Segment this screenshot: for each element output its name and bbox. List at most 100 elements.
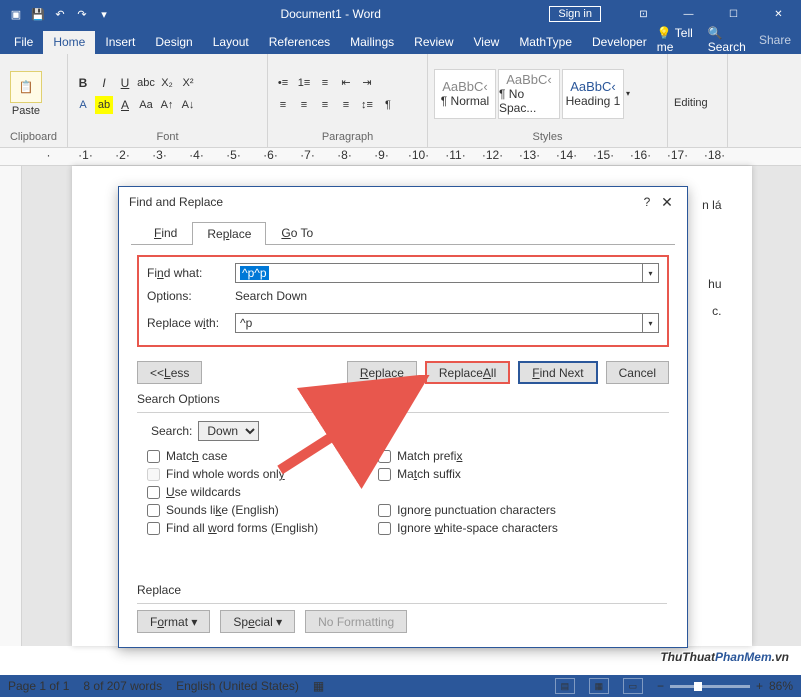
- vertical-ruler[interactable]: [0, 166, 22, 646]
- change-case-button[interactable]: Aa: [137, 96, 155, 114]
- tell-me[interactable]: 💡 Tell me: [657, 26, 700, 54]
- underline-button[interactable]: U: [116, 74, 134, 92]
- bold-button[interactable]: B: [74, 74, 92, 92]
- tab-file[interactable]: File: [4, 31, 43, 54]
- zoom-in-button[interactable]: +: [756, 679, 763, 693]
- find-what-input[interactable]: ^p^p▾: [235, 263, 659, 283]
- zoom-level[interactable]: 86%: [769, 679, 793, 693]
- align-left-button[interactable]: ≡: [274, 96, 292, 114]
- ribbon-options-icon[interactable]: ⊡: [621, 0, 666, 28]
- multilevel-button[interactable]: ≡: [316, 74, 334, 92]
- ignore-white-checkbox[interactable]: Ignore white-space characters: [378, 521, 558, 535]
- dialog-help-button[interactable]: ?: [637, 195, 657, 209]
- share-button[interactable]: Share: [759, 33, 791, 47]
- zoom-out-button[interactable]: −: [657, 679, 664, 693]
- numbering-button[interactable]: 1≡: [295, 74, 313, 92]
- tab-references[interactable]: References: [259, 31, 340, 54]
- tab-insert[interactable]: Insert: [95, 31, 145, 54]
- macro-icon[interactable]: ▦: [313, 679, 324, 693]
- shrink-font-button[interactable]: A↓: [179, 96, 197, 114]
- dialog-tab-replace[interactable]: Replace: [192, 222, 266, 245]
- highlight-button[interactable]: ab: [95, 96, 113, 114]
- show-marks-button[interactable]: ¶: [379, 96, 397, 114]
- chevron-down-icon[interactable]: ▾: [642, 314, 658, 332]
- sign-in-button[interactable]: Sign in: [549, 6, 601, 22]
- indent-button[interactable]: ⇥: [358, 74, 376, 92]
- tab-developer[interactable]: Developer: [582, 31, 657, 54]
- chevron-down-icon[interactable]: ▾: [642, 264, 658, 282]
- replace-all-button[interactable]: Replace All: [425, 361, 510, 384]
- minimize-button[interactable]: —: [666, 0, 711, 28]
- replace-with-input[interactable]: ^p▾: [235, 313, 659, 333]
- horizontal-ruler[interactable]: ··1··2··3··4··5··6··7··8··9··10··11··12·…: [0, 148, 801, 166]
- align-center-button[interactable]: ≡: [295, 96, 313, 114]
- wildcards-checkbox[interactable]: Use wildcards: [147, 485, 318, 499]
- language[interactable]: English (United States): [176, 679, 299, 693]
- find-next-button[interactable]: Find Next: [518, 361, 597, 384]
- special-button[interactable]: Special ▾: [220, 610, 295, 633]
- justify-button[interactable]: ≡: [337, 96, 355, 114]
- dialog-close-button[interactable]: ✕: [657, 194, 677, 211]
- bullets-button[interactable]: •≡: [274, 74, 292, 92]
- maximize-button[interactable]: ☐: [711, 0, 756, 28]
- format-button[interactable]: Format ▾: [137, 610, 210, 633]
- subscript-button[interactable]: X₂: [158, 74, 176, 92]
- print-layout-button[interactable]: ▦: [589, 678, 609, 694]
- superscript-button[interactable]: X²: [179, 74, 197, 92]
- outdent-button[interactable]: ⇤: [337, 74, 355, 92]
- read-mode-button[interactable]: ▤: [555, 678, 575, 694]
- search-direction-select[interactable]: Down: [198, 421, 259, 441]
- style-no-spacing[interactable]: AaBbC‹¶ No Spac...: [498, 69, 560, 119]
- sounds-like-checkbox[interactable]: Sounds like (English): [147, 503, 318, 517]
- less-button[interactable]: << Less: [137, 361, 202, 384]
- replace-with-label: Replace with:: [147, 316, 235, 330]
- cancel-button[interactable]: Cancel: [606, 361, 669, 384]
- word-count[interactable]: 8 of 207 words: [83, 679, 162, 693]
- word-icon: ▣: [8, 6, 24, 22]
- window-buttons: ⊡ — ☐ ✕: [621, 0, 801, 28]
- font-color-button[interactable]: A: [116, 96, 134, 114]
- grow-font-button[interactable]: A↑: [158, 96, 176, 114]
- word-forms-checkbox[interactable]: Find all word forms (English): [147, 521, 318, 535]
- save-icon[interactable]: 💾: [30, 6, 46, 22]
- quick-access-toolbar: ▣ 💾 ↶ ↷ ▾: [0, 6, 112, 22]
- tab-review[interactable]: Review: [404, 31, 463, 54]
- watermark: ThuThuatPhanMem.vn: [660, 644, 789, 667]
- close-button[interactable]: ✕: [756, 0, 801, 28]
- tab-design[interactable]: Design: [145, 31, 202, 54]
- qat-dropdown-icon[interactable]: ▾: [96, 6, 112, 22]
- match-suffix-checkbox[interactable]: Match suffix: [378, 467, 558, 481]
- options-label: Options:: [147, 289, 235, 303]
- ribbon: 📋 Paste Clipboard B I U abc X₂ X² A ab A: [0, 54, 801, 148]
- whole-words-checkbox: Find whole words only: [147, 467, 318, 481]
- dialog-title: Find and Replace: [129, 195, 637, 209]
- tab-view[interactable]: View: [464, 31, 510, 54]
- web-layout-button[interactable]: ▭: [623, 678, 643, 694]
- align-right-button[interactable]: ≡: [316, 96, 334, 114]
- undo-icon[interactable]: ↶: [52, 6, 68, 22]
- dialog-tab-find[interactable]: Find: [139, 221, 192, 244]
- replace-button[interactable]: Replace: [347, 361, 417, 384]
- zoom-slider[interactable]: [670, 685, 750, 688]
- page-count[interactable]: Page 1 of 1: [8, 679, 69, 693]
- tab-mailings[interactable]: Mailings: [340, 31, 404, 54]
- dialog-tab-goto[interactable]: Go To: [266, 221, 328, 244]
- redo-icon[interactable]: ↷: [74, 6, 90, 22]
- style-heading1[interactable]: AaBbC‹Heading 1: [562, 69, 624, 119]
- ignore-punct-checkbox[interactable]: Ignore punctuation characters: [378, 503, 558, 517]
- match-case-checkbox[interactable]: Match case: [147, 449, 318, 463]
- styles-more-button[interactable]: ▾: [626, 89, 638, 98]
- paste-button[interactable]: 📋 Paste: [6, 69, 46, 119]
- match-prefix-checkbox[interactable]: Match prefix: [378, 449, 558, 463]
- italic-button[interactable]: I: [95, 74, 113, 92]
- text-effects-button[interactable]: A: [74, 96, 92, 114]
- line-spacing-button[interactable]: ↕≡: [358, 96, 376, 114]
- strike-button[interactable]: abc: [137, 74, 155, 92]
- window-title: Document1 - Word: [112, 7, 549, 21]
- search-ribbon[interactable]: 🔍 Search: [708, 26, 751, 54]
- editing-button[interactable]: Editing: [674, 97, 708, 109]
- tab-mathtype[interactable]: MathType: [509, 31, 582, 54]
- style-normal[interactable]: AaBbC‹¶ Normal: [434, 69, 496, 119]
- tab-home[interactable]: Home: [43, 31, 95, 54]
- tab-layout[interactable]: Layout: [203, 31, 259, 54]
